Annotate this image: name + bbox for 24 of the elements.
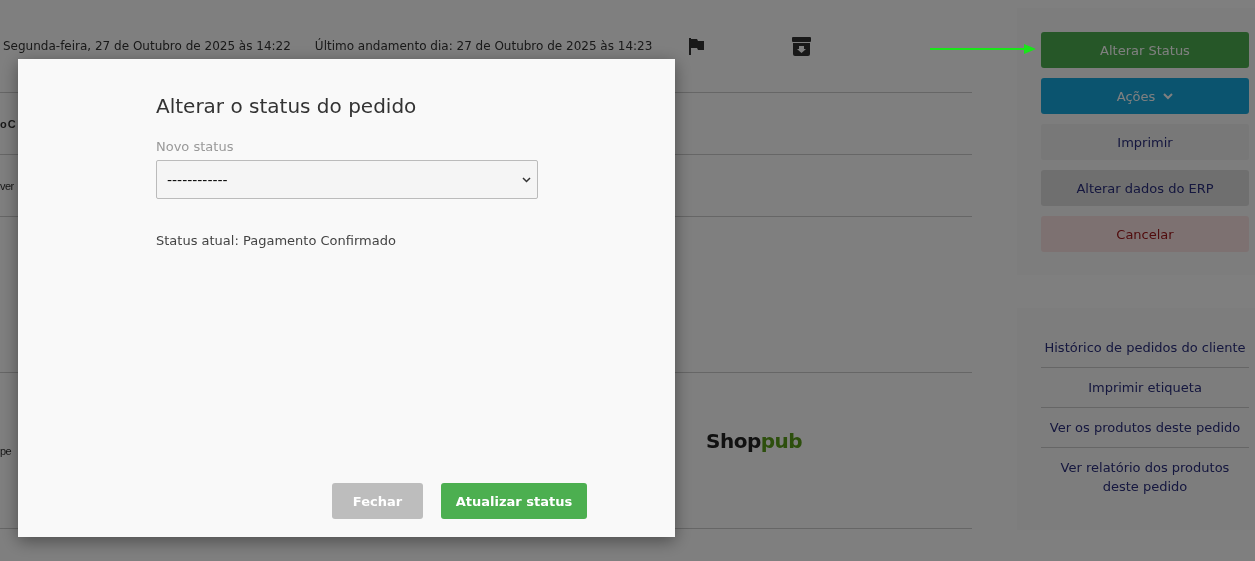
- last-update-date: Último andamento dia: 27 de Outubro de 2025 às 14:23: [314, 39, 653, 53]
- order-info-text: ver: [0, 179, 14, 192]
- chevron-down-icon: [1163, 92, 1174, 100]
- field-label: Novo status: [156, 139, 235, 154]
- action-button[interactable]: Alterar Status: [1041, 32, 1249, 68]
- sidebar-link[interactable]: Histórico de pedidos do cliente: [1041, 328, 1249, 368]
- actions-dropdown-button[interactable]: Ações: [1041, 78, 1249, 114]
- sidebar-link[interactable]: Ver os produtos deste pedido: [1041, 408, 1249, 448]
- order-info-text: pe: [0, 444, 12, 457]
- shoppub-logo: Shoppub: [706, 429, 803, 453]
- order-info-text: o C: [0, 117, 16, 130]
- archive-icon[interactable]: [792, 36, 812, 56]
- update-status-button[interactable]: Atualizar status: [441, 483, 587, 519]
- modal-title: Alterar o status do pedido: [156, 93, 418, 120]
- action-button[interactable]: Cancelar: [1041, 216, 1249, 252]
- action-button[interactable]: Alterar dados do ERP: [1041, 170, 1249, 206]
- flag-icon[interactable]: [688, 37, 705, 55]
- action-button[interactable]: Imprimir: [1041, 124, 1249, 160]
- sidebar-link[interactable]: Imprimir etiqueta: [1041, 368, 1249, 408]
- current-status-text: Status atual: Pagamento Confirmado: [156, 233, 397, 248]
- status-select[interactable]: ------------: [156, 160, 538, 199]
- sidebar-link[interactable]: Ver relatório dos produtos deste pedido: [1041, 448, 1249, 506]
- chevron-down-icon: [522, 176, 531, 183]
- order-date: Segunda-feira, 27 de Outubro de 2025 às 14:22: [3, 39, 291, 53]
